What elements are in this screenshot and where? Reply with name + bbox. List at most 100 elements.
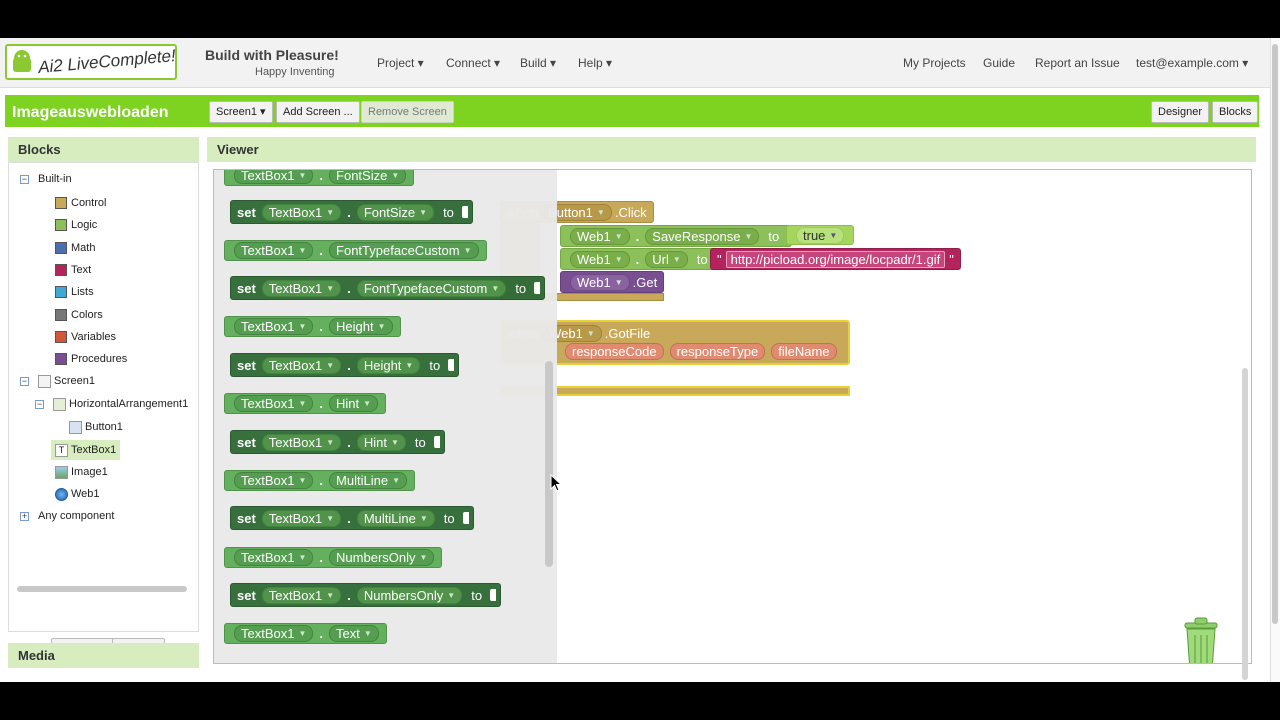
ws-text-url[interactable]: " http://picload.org/image/locpadr/1.gif… [710, 248, 961, 270]
page-scrollbar-thumb[interactable] [1272, 44, 1278, 624]
property-dropdown[interactable]: MultiLine ▼ [356, 509, 435, 527]
chevron-down-icon[interactable]: ▼ [363, 399, 371, 408]
chevron-down-icon[interactable]: ▼ [391, 438, 399, 447]
flyout-get-numbersonly[interactable]: TextBox1 ▼. NumbersOnly ▼ [224, 547, 443, 568]
flyout-get-multiline[interactable]: TextBox1 ▼. MultiLine ▼ [224, 470, 415, 491]
chevron-down-icon[interactable]: ▼ [615, 232, 623, 241]
socket-icon[interactable] [448, 359, 455, 371]
link-report-issue[interactable]: Report an Issue [1035, 56, 1120, 70]
property-dropdown[interactable]: Height ▼ [356, 356, 421, 374]
saveresponse-comp[interactable]: Web1 ▼ [570, 227, 630, 245]
blocks-button[interactable]: Blocks [1212, 101, 1259, 123]
chevron-down-icon[interactable]: ▼ [364, 629, 372, 638]
component-dropdown[interactable]: TextBox1 ▼ [234, 472, 314, 489]
trash-icon[interactable] [1179, 615, 1223, 663]
chevron-down-icon[interactable]: ▼ [420, 553, 428, 562]
component-dropdown[interactable]: TextBox1 ▼ [261, 433, 342, 451]
chevron-down-icon[interactable]: ▼ [419, 208, 427, 217]
chevron-down-icon[interactable]: ▼ [464, 246, 472, 255]
chevron-down-icon[interactable]: ▼ [829, 231, 837, 240]
menu-project[interactable]: Project ▾ [377, 56, 424, 70]
property-dropdown[interactable]: MultiLine ▼ [329, 472, 407, 489]
property-dropdown[interactable]: FontSize ▼ [329, 170, 407, 184]
tree-category-math[interactable]: Math [55, 239, 95, 257]
chevron-down-icon[interactable]: ▼ [326, 208, 334, 217]
menu-build[interactable]: Build ▾ [520, 56, 556, 70]
component-dropdown[interactable]: TextBox1 ▼ [261, 279, 342, 297]
flyout-get-text[interactable]: TextBox1 ▼. Text ▼ [224, 623, 387, 644]
socket-icon[interactable] [534, 282, 541, 294]
property-dropdown[interactable]: Hint ▼ [329, 395, 379, 412]
flyout-set-fontsize[interactable]: set TextBox1 ▼. FontSize ▼ to [230, 200, 473, 224]
chevron-down-icon[interactable]: ▼ [615, 278, 623, 287]
tree-category-colors[interactable]: Colors [55, 306, 103, 324]
collapse-icon[interactable]: − [20, 174, 29, 184]
chevron-down-icon[interactable]: ▼ [405, 361, 413, 370]
flyout-set-height[interactable]: set TextBox1 ▼. Height ▼ to [230, 353, 460, 377]
param-responsetype[interactable]: responseType [669, 343, 766, 361]
component-dropdown[interactable]: TextBox1 ▼ [261, 586, 342, 604]
chevron-down-icon[interactable]: ▼ [673, 255, 681, 264]
param-filename[interactable]: fileName [771, 343, 837, 361]
link-my-projects[interactable]: My Projects [903, 56, 966, 70]
menu-connect[interactable]: Connect ▾ [446, 56, 500, 70]
app-logo[interactable]: Ai2 LiveComplete! [5, 44, 177, 80]
property-dropdown[interactable]: Hint ▼ [356, 433, 406, 451]
property-dropdown[interactable]: Text ▼ [329, 625, 379, 642]
ws-true-block[interactable]: true ▼ [786, 225, 855, 245]
designer-button[interactable]: Designer [1151, 101, 1210, 123]
tree-any-component[interactable]: + Any component [20, 507, 114, 525]
url-prop[interactable]: Url ▼ [645, 250, 688, 268]
socket-icon[interactable] [433, 436, 440, 448]
component-dropdown[interactable]: TextBox1 ▼ [234, 242, 314, 259]
account-menu[interactable]: test@example.com ▾ [1136, 56, 1248, 70]
chevron-down-icon[interactable]: ▼ [420, 514, 428, 523]
tree-image1[interactable]: Image1 [55, 463, 108, 481]
url-text-value[interactable]: http://picload.org/image/locpadr/1.gif [725, 250, 946, 268]
chevron-down-icon[interactable]: ▼ [744, 232, 752, 241]
property-dropdown[interactable]: NumbersOnly ▼ [329, 549, 435, 566]
property-dropdown[interactable]: NumbersOnly ▼ [356, 586, 463, 604]
socket-icon[interactable] [462, 512, 469, 524]
chevron-down-icon[interactable]: ▼ [298, 171, 306, 180]
flyout-scrollbar[interactable] [545, 361, 553, 567]
url-comp[interactable]: Web1 ▼ [570, 250, 630, 268]
chevron-down-icon[interactable]: ▼ [587, 329, 595, 338]
chevron-down-icon[interactable]: ▼ [326, 361, 334, 370]
tree-category-control[interactable]: Control [55, 194, 106, 212]
chevron-down-icon[interactable]: ▼ [298, 246, 306, 255]
component-dropdown[interactable]: TextBox1 ▼ [234, 395, 314, 412]
chevron-down-icon[interactable]: ▼ [391, 171, 399, 180]
tree-textbox1[interactable]: T TextBox1 [51, 440, 121, 460]
property-dropdown[interactable]: Height ▼ [329, 318, 393, 335]
socket-icon[interactable] [461, 206, 468, 218]
tree-screen1[interactable]: − Screen1 [20, 372, 95, 390]
ws-set-url[interactable]: Web1 ▼ . Url ▼ to [560, 248, 721, 270]
flyout-get-fonttypefacecustom[interactable]: TextBox1 ▼. FontTypefaceCustom ▼ [224, 240, 487, 261]
workspace-vscroll[interactable] [1242, 368, 1248, 680]
chevron-down-icon[interactable]: ▼ [326, 438, 334, 447]
chevron-down-icon[interactable]: ▼ [491, 284, 499, 293]
socket-icon[interactable] [490, 589, 497, 601]
expand-icon[interactable]: + [20, 511, 29, 521]
flyout-set-multiline[interactable]: set TextBox1 ▼. MultiLine ▼ to [230, 506, 474, 530]
chevron-down-icon[interactable]: ▼ [298, 553, 306, 562]
saveresponse-prop[interactable]: SaveResponse ▼ [645, 227, 760, 245]
chevron-down-icon[interactable]: ▼ [326, 591, 334, 600]
tree-arrangement[interactable]: − HorizontalArrangement1 [35, 395, 188, 413]
blocks-workspace[interactable]: when Button1▼ .Click Web1▼ . SaveRespons… [213, 169, 1252, 664]
flyout-set-fonttypefacecustom[interactable]: set TextBox1 ▼. FontTypefaceCustom ▼ to [230, 276, 546, 300]
chevron-down-icon[interactable]: ▼ [298, 629, 306, 638]
chevron-down-icon[interactable]: ▼ [392, 476, 400, 485]
collapse-icon[interactable]: − [20, 376, 29, 386]
tree-category-variables[interactable]: Variables [55, 328, 116, 346]
get-comp[interactable]: Web1 ▼ [570, 273, 630, 291]
ws-set-saveresponse[interactable]: Web1 ▼ . SaveResponse ▼ to [560, 225, 793, 247]
remove-screen-button[interactable]: Remove Screen [361, 101, 454, 123]
screen-select[interactable]: Screen1 ▾ [209, 101, 273, 123]
collapse-icon[interactable]: − [35, 399, 44, 409]
tree-web1[interactable]: Web1 [55, 485, 100, 503]
tree-hscroll[interactable] [17, 586, 187, 592]
tree-category-procedures[interactable]: Procedures [55, 350, 127, 368]
flyout-get-height[interactable]: TextBox1 ▼. Height ▼ [224, 316, 401, 337]
